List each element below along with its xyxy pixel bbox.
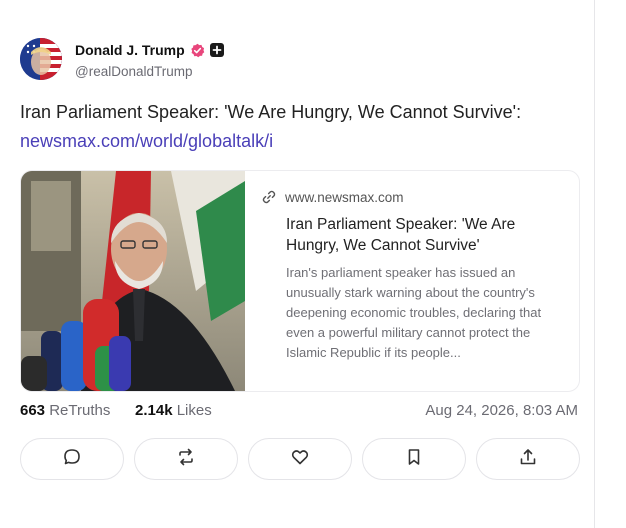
share-button[interactable] (476, 438, 580, 480)
post-link[interactable]: newsmax.com/world/globaltalk/i (20, 130, 273, 152)
retruths-stat[interactable]: 663 ReTruths (20, 402, 110, 419)
reply-button[interactable] (20, 438, 124, 480)
link-icon (261, 189, 277, 205)
retruths-label: ReTruths (49, 402, 111, 419)
link-domain: www.newsmax.com (285, 189, 404, 205)
comment-icon (62, 447, 82, 472)
post-stats: 663 ReTruths 2.14k Likes Aug 24, 2026, 8… (20, 402, 578, 424)
column-divider (594, 0, 595, 528)
post: Donald J. Trump @realDonaldTrump Iran Pa… (20, 0, 580, 528)
link-preview-card[interactable]: www.newsmax.com Iran Parliament Speaker:… (20, 170, 580, 392)
link-description: Iran's parliament speaker has issued an … (286, 265, 542, 360)
likes-count: 2.14k (135, 402, 173, 419)
action-bar (20, 438, 580, 482)
verified-badge-icon (190, 43, 205, 58)
retruths-count: 663 (20, 402, 46, 419)
heart-icon (290, 447, 310, 472)
likes-stat[interactable]: 2.14k Likes (135, 402, 212, 419)
bookmark-icon (404, 447, 424, 472)
display-name[interactable]: Donald J. Trump (75, 42, 185, 58)
link-title: Iran Parliament Speaker: 'We Are Hungry,… (286, 216, 516, 254)
timestamp[interactable]: Aug 24, 2026, 8:03 AM (425, 402, 578, 419)
link-preview-image[interactable] (21, 171, 245, 391)
bookmark-button[interactable] (362, 438, 466, 480)
post-header: Donald J. Trump @realDonaldTrump (20, 38, 580, 82)
avatar[interactable] (20, 38, 62, 80)
likes-label: Likes (176, 402, 212, 419)
link-domain-row: www.newsmax.com (261, 189, 561, 205)
link-preview-body: www.newsmax.com Iran Parliament Speaker:… (261, 189, 561, 363)
plus-icon (209, 43, 224, 57)
share-icon (518, 447, 538, 472)
retruth-button[interactable] (134, 438, 238, 480)
name-row: Donald J. Trump (75, 42, 224, 58)
like-button[interactable] (248, 438, 352, 480)
repost-icon (176, 447, 196, 472)
handle[interactable]: @realDonaldTrump (75, 64, 193, 79)
post-text: Iran Parliament Speaker: 'We Are Hungry,… (20, 102, 522, 122)
